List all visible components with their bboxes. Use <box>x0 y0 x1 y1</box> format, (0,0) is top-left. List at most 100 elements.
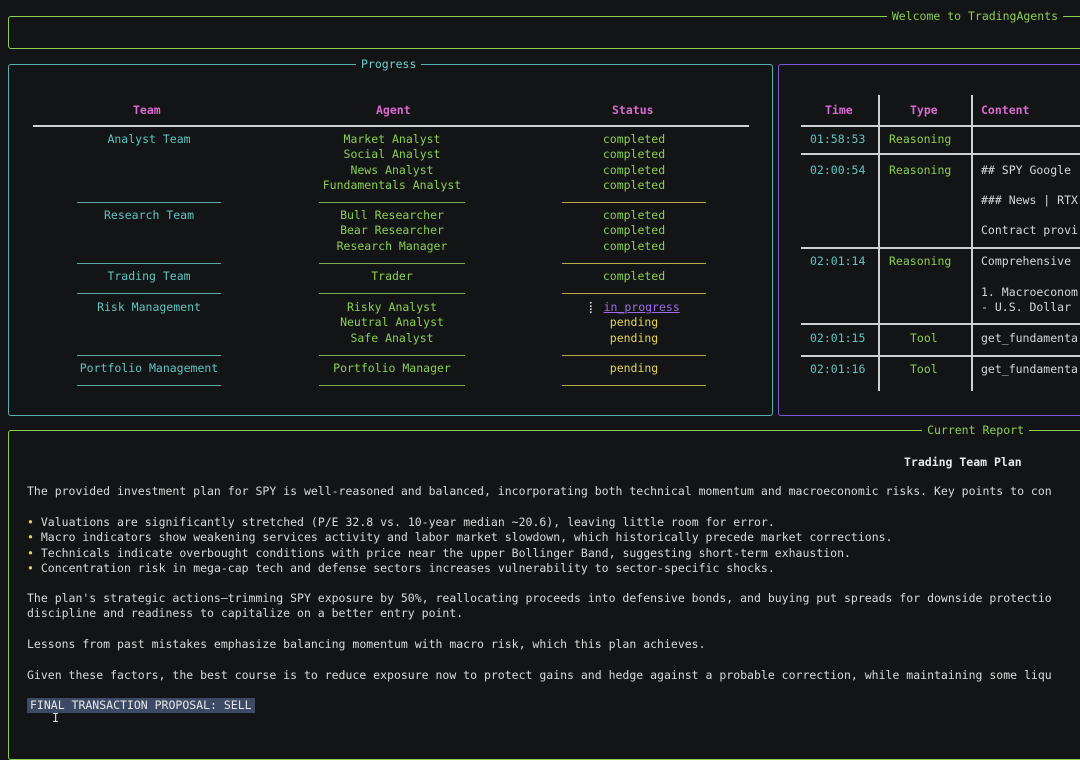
status-label: completed <box>602 162 666 177</box>
message-content: ### News | RTX <box>981 193 1078 207</box>
message-content: 1. Macroeconom <box>981 285 1078 299</box>
status-label: completed <box>602 177 666 192</box>
message-time: 02:01:14 <box>810 254 866 268</box>
message-content: get_fundamenta <box>981 331 1078 345</box>
status-label: completed <box>602 269 666 283</box>
row-divider <box>562 293 706 294</box>
column-divider <box>878 95 880 391</box>
message-content: Contract provi <box>981 223 1078 237</box>
agent-name: Risky Analyst <box>346 300 437 314</box>
agent-name: Fundamentals Analyst <box>322 177 462 192</box>
report-intro: The provided investment plan for SPY is … <box>27 484 1052 498</box>
strategy-text: discipline and readiness to capitalize o… <box>27 606 464 621</box>
bullet-item: • Concentration risk in mega-cap tech an… <box>27 561 1080 576</box>
bullet-text: Concentration risk in mega-cap tech and … <box>40 560 775 575</box>
row-divider <box>77 293 221 294</box>
welcome-panel: Welcome to TradingAgents <box>8 9 1080 49</box>
team-label: Risk Management <box>97 300 201 314</box>
message-type: Tool <box>910 362 938 376</box>
report-title: Current Report <box>922 423 1029 437</box>
messages-panel[interactable]: Time Type Content 01:58:53 Reasoning 02:… <box>778 64 1080 416</box>
bullet-item: • Macro indicators show weakening servic… <box>27 530 1080 545</box>
team-label: Portfolio Management <box>79 361 219 375</box>
team-label: Research Team <box>103 208 194 222</box>
status-in-progress: ⡇ in_progress <box>562 300 706 315</box>
message-type: Reasoning <box>889 254 952 268</box>
message-time: 02:00:54 <box>810 163 866 177</box>
bullet-text: Technicals indicate overbought condition… <box>40 545 851 560</box>
bullet-item: • Technicals indicate overbought conditi… <box>27 546 1080 561</box>
row-divider <box>562 263 706 264</box>
header-divider <box>33 125 749 127</box>
status-label: completed <box>602 238 666 253</box>
bullet-text: Valuations are significantly stretched (… <box>40 515 775 529</box>
team-label: Analyst Team <box>107 132 191 146</box>
status-label: pending <box>609 361 659 375</box>
status-label: completed <box>602 147 666 162</box>
row-divider <box>77 355 221 356</box>
row-divider <box>77 202 221 203</box>
strategy-text: The plan's strategic actions—trimming SP… <box>27 591 1052 605</box>
report-heading: Trading Team Plan <box>904 455 1022 469</box>
message-type: Reasoning <box>889 132 952 146</box>
row-divider <box>562 355 706 356</box>
status-column-header: Status <box>612 103 654 117</box>
row-divider <box>801 153 1080 155</box>
agent-name: Market Analyst <box>343 132 441 146</box>
final-proposal[interactable]: FINAL TRANSACTION PROPOSAL: SELL <box>27 698 255 713</box>
bullet-dot-icon: • <box>27 560 34 575</box>
column-divider <box>971 95 973 391</box>
text-cursor-icon: I <box>52 711 60 725</box>
message-content: Comprehensive <box>981 254 1072 268</box>
status-label: completed <box>602 132 666 146</box>
bullet-text: Macro indicators show weakening services… <box>40 530 893 545</box>
row-divider <box>319 385 465 386</box>
message-type: Reasoning <box>889 163 952 177</box>
agent-name: Social Analyst <box>343 147 441 162</box>
lessons-text: Lessons from past mistakes emphasize bal… <box>27 637 706 651</box>
row-divider <box>319 263 465 264</box>
agent-name: Portfolio Manager <box>333 361 451 375</box>
spinner-icon: ⡇ <box>588 300 597 314</box>
bullet-dot-icon: • <box>27 530 34 545</box>
time-column-header: Time <box>825 103 853 117</box>
message-time: 02:01:16 <box>810 362 866 376</box>
status-label: pending <box>609 315 659 330</box>
team-label: Trading Team <box>107 269 191 283</box>
message-time: 02:01:15 <box>810 331 866 345</box>
row-divider <box>801 247 1080 249</box>
message-content: - U.S. Dollar <box>981 300 1072 314</box>
agent-name: Bull Researcher <box>340 208 444 222</box>
row-divider <box>319 202 465 203</box>
type-column-header: Type <box>910 103 938 117</box>
agent-name: Research Manager <box>336 238 448 253</box>
status-label: completed <box>602 208 666 222</box>
row-divider <box>562 202 706 203</box>
content-column-header: Content <box>981 103 1030 117</box>
bullet-dot-icon: • <box>27 545 34 560</box>
agent-name: Neutral Analyst <box>340 315 444 330</box>
row-divider <box>77 263 221 264</box>
report-panel[interactable]: Current Report Trading Team Plan The pro… <box>8 423 1080 760</box>
progress-title: Progress <box>356 57 422 71</box>
agent-name: News Analyst <box>350 162 434 177</box>
message-content: ## SPY Google <box>981 163 1072 177</box>
header-divider <box>801 125 1080 127</box>
status-label: pending <box>609 330 659 345</box>
row-divider <box>77 385 221 386</box>
bullet-dot-icon: • <box>27 515 34 529</box>
row-divider <box>319 355 465 356</box>
welcome-title: Welcome to TradingAgents <box>886 9 1063 23</box>
agent-name: Safe Analyst <box>350 330 434 345</box>
status-label: in_progress <box>603 300 680 314</box>
conclusion-text: Given these factors, the best course is … <box>27 668 1052 682</box>
agent-name: Bear Researcher <box>340 223 444 238</box>
progress-panel: Progress Team Agent Status Analyst Team … <box>8 57 773 416</box>
row-divider <box>562 385 706 386</box>
bullet-item: • Valuations are significantly stretched… <box>27 515 1080 530</box>
message-type: Tool <box>910 331 938 345</box>
agent-name: Trader <box>371 269 413 283</box>
row-divider <box>801 323 1080 325</box>
agent-column-header: Agent <box>376 103 411 117</box>
row-divider <box>801 355 1080 357</box>
